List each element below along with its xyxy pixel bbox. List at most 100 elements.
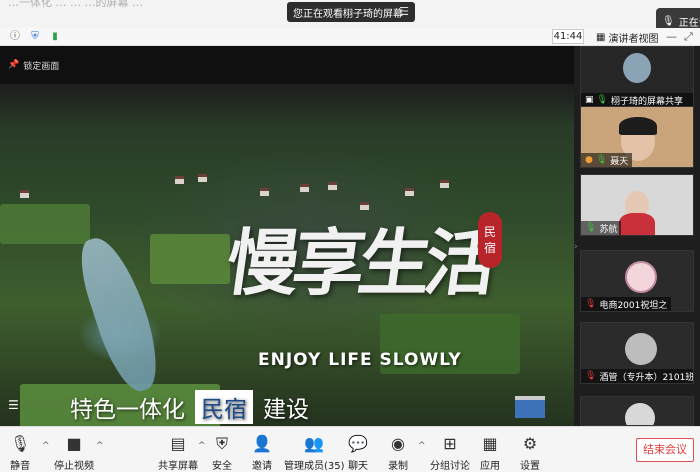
subtitle-right: 建设 bbox=[263, 397, 309, 423]
participant-name: 苏航 bbox=[599, 224, 618, 235]
house bbox=[300, 184, 309, 192]
user-icon: ● bbox=[585, 155, 593, 165]
rice-field bbox=[150, 234, 230, 284]
participant-tile[interactable]: ● 🎙 聂天 bbox=[580, 106, 694, 168]
minimize-icon[interactable]: — bbox=[666, 30, 677, 43]
chevron-up-icon[interactable]: ^ bbox=[96, 441, 104, 451]
participants-button[interactable]: 👥 管理成员(35) bbox=[284, 435, 345, 472]
list-icon[interactable]: ☰ bbox=[8, 398, 19, 412]
breakout-rooms-button[interactable]: ⊞ 分组讨论 bbox=[430, 435, 470, 472]
meeting-window: …一体化 … … …的屏幕 … 您正在观看栩子琦的屏幕 ☰ 🎙 正在讲话 ⓘ ⛨… bbox=[0, 0, 700, 472]
house bbox=[260, 188, 269, 196]
share-screen-button[interactable]: ▤ 共享屏幕 bbox=[158, 435, 198, 472]
stop-video-label: 停止视频 bbox=[54, 461, 94, 472]
mic-icon: 🎙 bbox=[585, 223, 597, 233]
house bbox=[328, 182, 337, 190]
shield-icon[interactable]: ⛨ bbox=[28, 30, 42, 44]
fullscreen-icon[interactable]: ⤢ bbox=[684, 30, 693, 44]
shield-icon: ⛨ bbox=[215, 434, 228, 453]
participant-tile[interactable]: 🎙 电商2001祝坦之 bbox=[580, 250, 694, 312]
participant-tile[interactable] bbox=[580, 396, 694, 426]
chevron-up-icon[interactable]: ^ bbox=[198, 441, 206, 451]
avatar bbox=[625, 403, 655, 425]
participant-gallery: ▣ 🎙 栩子琦的屏幕共享 ● 🎙 聂天 🎙 苏航 � bbox=[574, 46, 700, 426]
gear-icon: ⚙ bbox=[522, 434, 538, 453]
faint-header-text: …一体化 … … …的屏幕 … bbox=[8, 0, 143, 9]
apps-icon: ▦ bbox=[482, 434, 498, 453]
security-button[interactable]: ⛨ 安全 bbox=[212, 435, 232, 472]
rice-field bbox=[0, 204, 90, 244]
meeting-timer: 41:44 bbox=[552, 29, 584, 44]
participant-name: 电商2001祝坦之 bbox=[599, 300, 668, 311]
screen-share-icon: ▣ bbox=[585, 95, 594, 105]
apps-button[interactable]: ▦ 应用 bbox=[480, 435, 500, 472]
participant-tile[interactable]: ▣ 🎙 栩子琦的屏幕共享 bbox=[580, 46, 694, 108]
share-screen-icon: ▤ bbox=[170, 434, 186, 453]
shared-video-frame: 慢享生活 民 宿 ENJOY LIFE SLOWLY 特色一体化 民宿 建设 ☰ bbox=[0, 84, 574, 452]
lock-view-label: 锁定画面 bbox=[23, 61, 60, 72]
video-subtitle: 特色一体化 民宿 建设 bbox=[70, 390, 309, 424]
security-label: 安全 bbox=[212, 461, 232, 472]
info-bar: ⓘ ⛨ ▮ 41:44 ▦ 演讲者视图 — ⤢ bbox=[0, 28, 700, 46]
settings-label: 设置 bbox=[520, 461, 540, 472]
participant-name: 酒管（专升本）2101班... bbox=[599, 372, 694, 383]
participant-tile[interactable]: 🎙 酒管（专升本）2101班... bbox=[580, 322, 694, 384]
avatar bbox=[625, 261, 657, 293]
mic-muted-icon: 🎙 bbox=[585, 371, 597, 381]
record-button[interactable]: ◉ 录制 bbox=[388, 435, 408, 472]
tile-label: ▣ 🎙 栩子琦的屏幕共享 bbox=[581, 93, 693, 107]
end-meeting-button[interactable]: 结束会议 bbox=[636, 438, 694, 462]
tile-label: 🎙 酒管（专升本）2101班... bbox=[581, 369, 694, 383]
haze bbox=[0, 84, 574, 124]
mic-icon: 🎙 bbox=[596, 95, 608, 105]
camera-icon: ■ bbox=[66, 434, 82, 453]
gallery-scroll-left-icon[interactable]: › bbox=[574, 242, 578, 252]
invite-button[interactable]: 👤 邀请 bbox=[252, 435, 272, 472]
share-screen-label: 共享屏幕 bbox=[158, 461, 198, 472]
tile-label: 🎙 苏航 bbox=[581, 221, 622, 235]
shared-screen: 📌 锁定画面 慢享生活 民 宿 ENJOY LIFE SLOWLY 特色一体化 … bbox=[0, 46, 574, 452]
record-label: 录制 bbox=[388, 461, 408, 472]
pin-icon: 📌 bbox=[8, 60, 20, 70]
avatar bbox=[623, 53, 651, 83]
house bbox=[405, 188, 414, 196]
mute-button[interactable]: 🎙 静音 bbox=[10, 435, 30, 472]
subtitle-highlight: 民宿 bbox=[195, 390, 253, 424]
mute-label: 静音 bbox=[10, 461, 31, 472]
record-icon: ◉ bbox=[391, 434, 405, 453]
seal-char: 民 bbox=[483, 225, 496, 239]
add-user-icon: 👤 bbox=[252, 434, 272, 453]
chevron-up-icon[interactable]: ^ bbox=[42, 441, 50, 451]
chat-button[interactable]: 💬 聊天 bbox=[348, 435, 368, 472]
participants-icon: 👥 bbox=[304, 434, 325, 453]
seal-char: 宿 bbox=[483, 241, 496, 255]
house bbox=[198, 174, 207, 182]
menu-icon[interactable]: ☰ bbox=[399, 5, 409, 18]
slogan-text: ENJOY LIFE SLOWLY bbox=[258, 350, 462, 370]
chat-icon: 💬 bbox=[348, 434, 368, 453]
calligraphy-title: 慢享生活 bbox=[221, 220, 498, 305]
red-seal: 民 宿 bbox=[478, 212, 502, 268]
view-mode-button[interactable]: ▦ 演讲者视图 bbox=[596, 29, 660, 45]
speaker-label: 正在讲话 bbox=[678, 17, 700, 29]
meeting-toolbar: 🎙 静音 ^ ■ 停止视频 ^ ▤ 共享屏幕 ^ ⛨ 安全 👤 邀请 👥 管理成… bbox=[0, 426, 700, 472]
mic-icon: 🎙 bbox=[662, 15, 675, 27]
settings-button[interactable]: ⚙ 设置 bbox=[520, 435, 540, 472]
signal-icon[interactable]: ▮ bbox=[48, 30, 62, 44]
share-banner-text: 您正在观看栩子琦的屏幕 bbox=[293, 8, 403, 20]
tile-label: 🎙 电商2001祝坦之 bbox=[581, 297, 672, 311]
stop-video-button[interactable]: ■ 停止视频 bbox=[54, 435, 94, 472]
avatar-shirt bbox=[619, 213, 655, 235]
grid-icon: ▦ bbox=[596, 31, 606, 43]
participant-tile[interactable]: 🎙 苏航 bbox=[580, 174, 694, 236]
info-icon[interactable]: ⓘ bbox=[8, 30, 22, 44]
screen-share-banner[interactable]: 您正在观看栩子琦的屏幕 ☰ bbox=[287, 2, 415, 22]
avatar-hair bbox=[619, 117, 657, 135]
chevron-up-icon[interactable]: ^ bbox=[418, 441, 426, 451]
participant-name: 栩子琦的屏幕共享 bbox=[610, 96, 683, 107]
participants-label: 管理成员(35) bbox=[284, 461, 345, 472]
chat-label: 聊天 bbox=[348, 461, 368, 472]
invite-label: 邀请 bbox=[252, 461, 272, 472]
participant-name: 聂天 bbox=[610, 156, 629, 167]
lock-view-badge[interactable]: 📌 锁定画面 bbox=[8, 56, 59, 74]
